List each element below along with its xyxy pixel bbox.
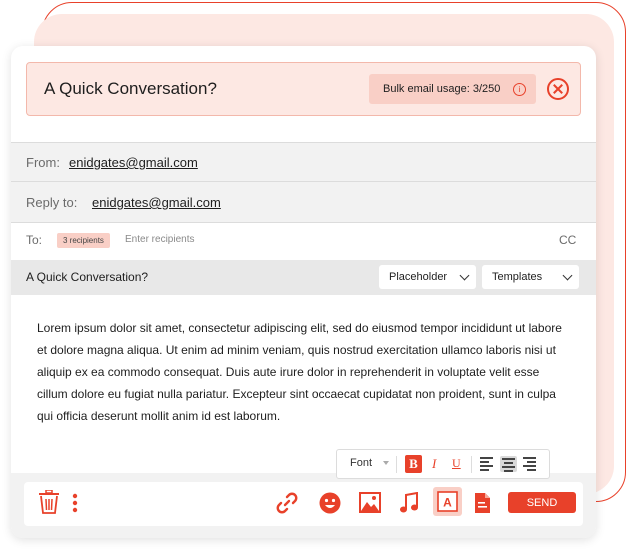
bulk-usage-badge: Bulk email usage: 3/250 i bbox=[369, 74, 536, 104]
bold-button[interactable]: B bbox=[405, 455, 422, 473]
recipients-input[interactable]: Enter recipients bbox=[125, 234, 194, 245]
templates-dropdown[interactable]: Templates bbox=[482, 265, 579, 289]
emoji-icon[interactable] bbox=[319, 492, 341, 514]
placeholder-dropdown-label: Placeholder bbox=[389, 271, 448, 283]
from-row: From: enidgates@gmail.com bbox=[11, 142, 596, 182]
text-format-letter: A bbox=[443, 496, 452, 510]
info-icon[interactable]: i bbox=[513, 83, 526, 96]
trash-icon[interactable] bbox=[38, 490, 60, 514]
document-icon[interactable] bbox=[474, 492, 491, 514]
reply-to-email[interactable]: enidgates@gmail.com bbox=[92, 195, 221, 210]
subject-input[interactable]: A Quick Conversation? bbox=[26, 270, 148, 284]
font-dropdown-arrow-icon bbox=[383, 461, 389, 465]
cc-button[interactable]: CC bbox=[559, 233, 576, 247]
from-email[interactable]: enidgates@gmail.com bbox=[69, 155, 198, 170]
divider bbox=[396, 456, 397, 473]
send-button[interactable]: SEND bbox=[508, 492, 576, 513]
from-label: From: bbox=[26, 155, 60, 170]
email-body[interactable]: Lorem ipsum dolor sit amet, consectetur … bbox=[37, 317, 573, 427]
templates-dropdown-label: Templates bbox=[492, 271, 543, 283]
align-right-icon[interactable] bbox=[523, 457, 538, 471]
align-left-icon[interactable] bbox=[480, 457, 495, 471]
reply-to-label: Reply to: bbox=[26, 195, 78, 210]
email-composer: A Quick Conversation? Bulk email usage: … bbox=[11, 46, 596, 538]
to-row: To: 3 recipients Enter recipients CC bbox=[11, 223, 596, 260]
placeholder-dropdown[interactable]: Placeholder bbox=[379, 265, 476, 289]
subject-row: A Quick Conversation? Placeholder Templa… bbox=[11, 260, 596, 295]
composer-title: A Quick Conversation? bbox=[44, 79, 217, 98]
more-vertical-icon[interactable] bbox=[72, 493, 78, 513]
close-icon[interactable] bbox=[547, 78, 569, 100]
composer-header: A Quick Conversation? Bulk email usage: … bbox=[26, 62, 581, 116]
to-label: To: bbox=[26, 233, 43, 247]
music-icon[interactable] bbox=[399, 492, 419, 514]
chevron-down-icon bbox=[459, 270, 470, 281]
link-icon[interactable] bbox=[276, 492, 298, 514]
font-dropdown[interactable]: Font bbox=[350, 457, 372, 469]
bottom-toolbar: A SEND bbox=[24, 482, 583, 526]
reply-to-row: Reply to: enidgates@gmail.com bbox=[11, 182, 596, 223]
text-format-button[interactable]: A bbox=[433, 487, 462, 516]
italic-button[interactable]: I bbox=[432, 456, 436, 472]
image-icon[interactable] bbox=[359, 492, 381, 513]
format-bar: Font B I U bbox=[336, 449, 550, 479]
text-format-icon: A bbox=[437, 491, 458, 512]
align-center-icon[interactable] bbox=[500, 456, 517, 472]
underline-button[interactable]: U bbox=[452, 456, 461, 471]
divider bbox=[471, 456, 472, 473]
recipients-badge[interactable]: 3 recipients bbox=[57, 233, 110, 248]
bulk-usage-label: Bulk email usage: 3/250 bbox=[383, 83, 501, 95]
chevron-down-icon bbox=[562, 270, 573, 281]
